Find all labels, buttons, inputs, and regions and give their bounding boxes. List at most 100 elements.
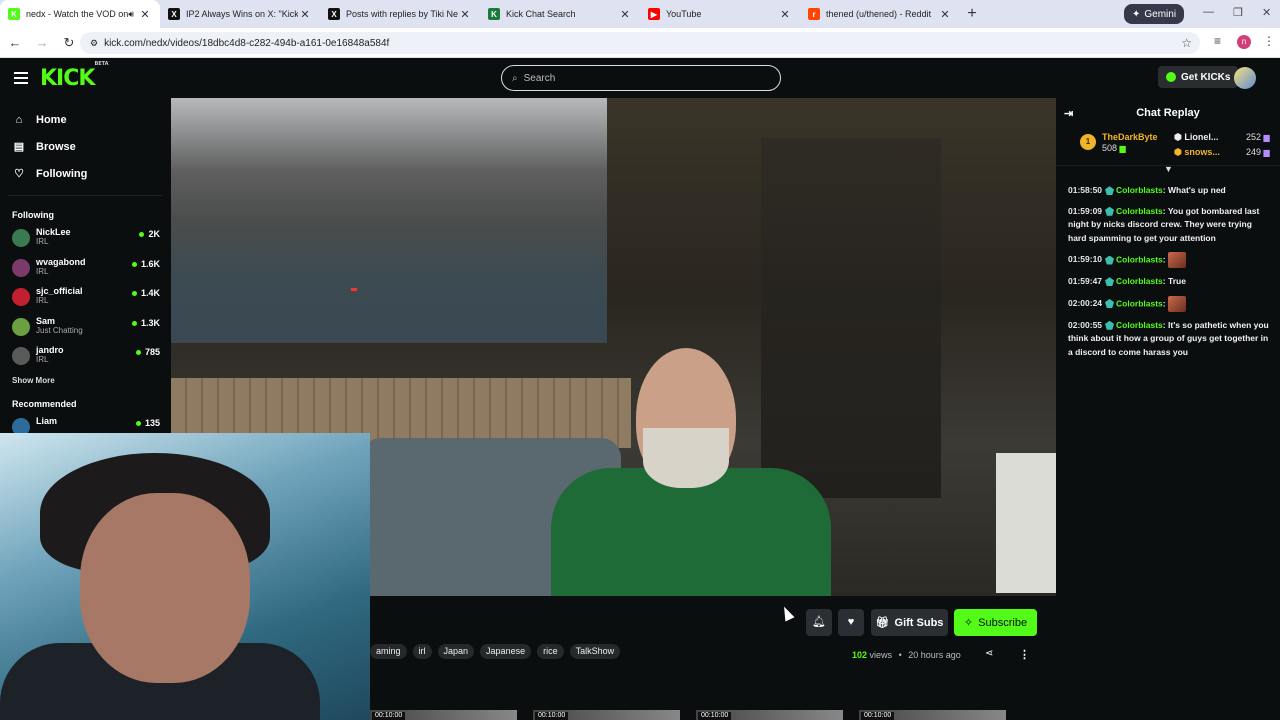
sidebar-nav-home[interactable]: ⌂ Home (0, 106, 170, 133)
collapse-chat-icon[interactable]: ⇥ (1064, 107, 1073, 120)
minimize-icon[interactable]: — (1203, 6, 1214, 18)
bookmark-star-icon[interactable]: ☆ (1181, 36, 1192, 50)
streamer-figure (551, 348, 831, 596)
thumbnail-duration: 00:10:00 (861, 712, 895, 720)
views-label: views (869, 650, 893, 660)
viewer-count: 135 (136, 418, 160, 428)
gemini-button[interactable]: ✦ Gemini (1124, 4, 1185, 24)
new-tab-icon[interactable]: + (960, 5, 984, 23)
tab-close-icon[interactable]: ✕ (938, 8, 952, 21)
home-icon: ⌂ (15, 113, 23, 126)
following-channel[interactable]: sjc_official IRL 1.4K (0, 283, 170, 313)
video-thumbnail[interactable]: 00:10:00 (859, 710, 1006, 720)
sidebar-nav-following[interactable]: ♡ Following (0, 160, 170, 187)
url-field[interactable]: ⚙ kick.com/nedx/videos/18dbc4d8-c282-494… (80, 32, 1200, 54)
following-section-title: Following (12, 210, 54, 220)
video-thumbnail[interactable]: 00:10:00 (370, 710, 517, 720)
browser-menu-icon[interactable]: ⋮ (1263, 34, 1275, 48)
tab-close-icon[interactable]: ✕ (618, 8, 632, 21)
sidebar-nav-browse[interactable]: ▤ Browse (0, 133, 170, 160)
tag-list: aming irl Japan Japanese rice TalkShow (370, 644, 621, 659)
tab-favicon-icon: r (808, 8, 820, 20)
beta-badge: BETA (94, 60, 109, 67)
tab-title: Posts with replies by Tiki NedX (346, 9, 458, 19)
following-channel[interactable]: NickLee IRL 2K (0, 224, 170, 254)
leader-second-user[interactable]: ⬢ Lionel... (1174, 132, 1218, 143)
browser-tab[interactable]: r thened (u/thened) - Reddit ✕ (800, 0, 960, 28)
leader-third-user[interactable]: ⬢ snows... (1174, 147, 1220, 158)
browser-profile-avatar[interactable]: n (1237, 35, 1251, 49)
tab-audio-icon[interactable]: 🔊︎ (128, 9, 134, 20)
tab-close-icon[interactable]: ✕ (778, 8, 792, 21)
following-channel[interactable]: wvagabond IRL 1.6K (0, 254, 170, 284)
gift-subs-button[interactable]: 🎁︎ Gift Subs (871, 609, 948, 636)
menu-toggle-icon[interactable] (14, 72, 28, 84)
browser-tab[interactable]: Knedx - Watch the VOD on K 🔊︎ ✕ (0, 0, 160, 28)
browser-tab[interactable]: X IP2 Always Wins on X: "Kick Stre✕ (160, 0, 320, 28)
kick-logo[interactable]: KICKBETA (40, 61, 109, 91)
message-username[interactable]: Colorblasts (1116, 206, 1163, 216)
heart-icon: ♡ (14, 168, 24, 180)
tag-chip[interactable]: Japan (437, 644, 475, 659)
following-channel[interactable]: jandro IRL 785 (0, 342, 170, 372)
browser-tab[interactable]: X Posts with replies by Tiki NedX ✕ (320, 0, 480, 28)
message-username[interactable]: Colorblasts (1116, 185, 1163, 195)
user-badge-icon (1105, 320, 1115, 330)
channel-avatar (12, 317, 30, 336)
tag-chip[interactable]: TalkShow (569, 644, 621, 659)
leader-second-value: 252 ▆ (1246, 132, 1270, 142)
search-input[interactable]: ⌕ Search (501, 65, 781, 91)
recommended-channel[interactable]: Liam 135 (0, 413, 170, 436)
video-thumbnail[interactable]: 00:10:00 (533, 710, 680, 720)
site-info-icon[interactable]: ⚙ (90, 38, 98, 49)
get-kicks-button[interactable]: Get KICKs (1158, 66, 1239, 88)
tab-title: Kick Chat Search (506, 9, 576, 19)
tag-chip[interactable]: irl (412, 644, 432, 659)
browser-tab[interactable]: K Kick Chat Search ✕ (480, 0, 640, 28)
message-text: What's up ned (1168, 185, 1226, 195)
maximize-icon[interactable]: ❐ (1233, 6, 1243, 19)
message-timestamp: 02:00:24 (1068, 297, 1103, 308)
browser-tab[interactable]: ▶ YouTube ✕ (640, 0, 800, 28)
gift-icon: 🎁︎ (875, 617, 890, 629)
message-username[interactable]: Colorblasts (1116, 298, 1163, 308)
webcam-overlay[interactable] (0, 433, 370, 720)
message-username[interactable]: Colorblasts (1116, 276, 1163, 286)
following-channel[interactable]: Sam Just Chatting 1.3K (0, 313, 170, 343)
heart-icon: ♥ (847, 616, 855, 628)
share-icon[interactable]: ⋖ (985, 648, 993, 659)
show-more-link[interactable]: Show More (0, 376, 170, 385)
mouse-cursor (779, 604, 795, 622)
forward-icon[interactable]: → (30, 35, 54, 50)
message-text: True (1168, 276, 1186, 286)
chat-header: ⇥ Chat Replay (1056, 98, 1280, 128)
leader-first-user[interactable]: TheDarkByte (1102, 132, 1158, 142)
subscribe-button[interactable]: ✧ Subscribe (954, 609, 1037, 636)
tab-title: thened (u/thened) - Reddit (826, 9, 932, 19)
window-close-icon[interactable]: ✕ (1262, 6, 1271, 19)
reading-list-icon[interactable]: ≡ (1214, 34, 1221, 48)
more-options-icon[interactable]: ⋮ (1019, 648, 1030, 661)
back-icon[interactable]: ← (3, 35, 27, 50)
views-count: 102 (852, 650, 868, 660)
viewer-count: 1.6K (132, 259, 160, 269)
tab-close-icon[interactable]: ✕ (138, 8, 152, 21)
tag-chip[interactable]: Japanese (480, 644, 532, 659)
gemini-icon: ✦ (1132, 8, 1141, 20)
tab-close-icon[interactable]: ✕ (458, 8, 472, 21)
channel-avatar (12, 258, 30, 277)
gift-subs-label: Gift Subs (894, 616, 944, 629)
follow-heart-button[interactable]: ♥ (838, 609, 864, 636)
reload-icon[interactable]: ↻ (57, 35, 81, 51)
notification-bell-button[interactable]: 🔔︎ (806, 609, 832, 636)
tag-chip[interactable]: aming (370, 644, 407, 659)
tag-chip[interactable]: rice (537, 644, 564, 659)
tab-close-icon[interactable]: ✕ (298, 8, 312, 21)
user-avatar[interactable] (1234, 67, 1256, 89)
message-username[interactable]: Colorblasts (1116, 320, 1163, 330)
expand-leaderboard-icon[interactable]: ▼ (1164, 164, 1173, 174)
message-username[interactable]: Colorblasts (1116, 254, 1163, 264)
viewer-count: 1.4K (132, 288, 160, 298)
video-thumbnail[interactable]: 00:10:00 (696, 710, 843, 720)
get-kicks-label: Get KICKs (1181, 71, 1231, 83)
